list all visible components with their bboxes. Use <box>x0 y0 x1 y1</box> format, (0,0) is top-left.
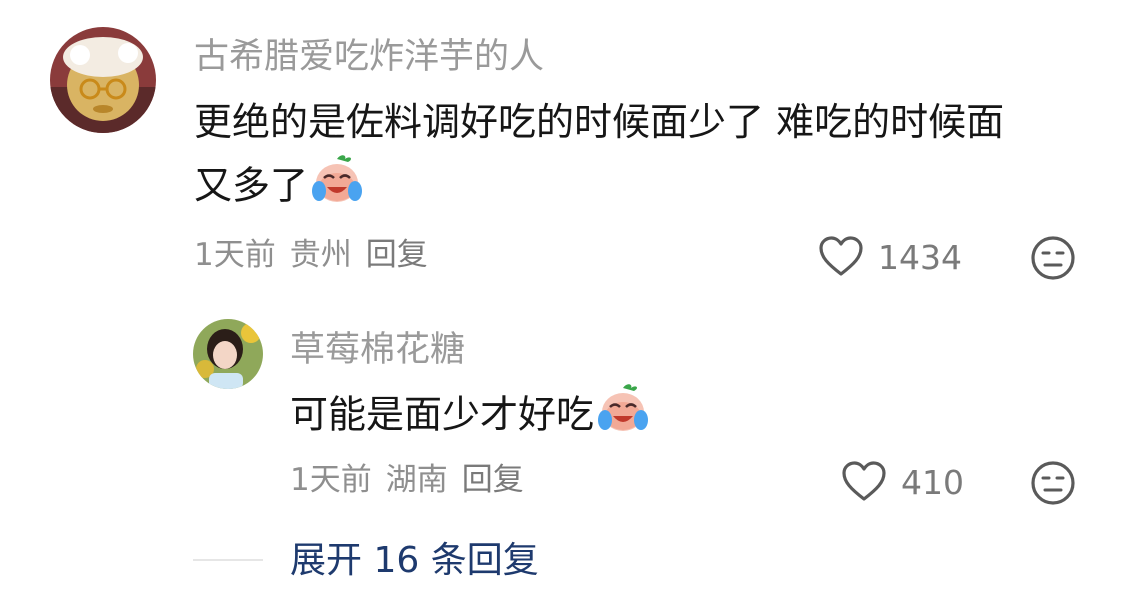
reply-button[interactable]: 回复 <box>366 237 428 273</box>
comment-text-line2-wrap: 又多了 <box>194 153 364 223</box>
reply-location: 湖南 <box>385 462 448 498</box>
comment-text-line2: 又多了 <box>194 163 309 208</box>
expand-replies-button[interactable]: 展开 16 条回复 <box>290 541 539 581</box>
avatar-image <box>50 27 156 133</box>
comment-meta: 1天前 贵州 回复 <box>194 237 428 273</box>
heart-icon <box>841 460 887 506</box>
expand-divider <box>193 559 263 561</box>
comment-location: 贵州 <box>289 237 352 273</box>
heart-icon <box>818 235 864 281</box>
reply-dislike-button[interactable] <box>1030 460 1076 506</box>
reply-like-count: 410 <box>901 463 964 502</box>
like-count: 1434 <box>878 238 962 277</box>
reply-like-button[interactable]: 410 <box>841 460 964 506</box>
reply-text-wrap: 可能是面少才好吃 <box>290 382 650 452</box>
comment-username[interactable]: 古希腊爱吃炸洋芋的人 <box>194 37 544 77</box>
laugh-cry-emoji-icon <box>310 153 364 223</box>
reply-username[interactable]: 草莓棉花糖 <box>290 330 465 370</box>
meh-face-icon <box>1031 461 1075 505</box>
comment-text-line1: 更绝的是佐料调好吃的时候面少了 难吃的时候面 <box>194 100 1005 144</box>
reply-meta: 1天前 湖南 回复 <box>290 462 524 498</box>
comment-time: 1天前 <box>194 237 276 273</box>
reply-time: 1天前 <box>290 462 372 498</box>
reply-reply-button[interactable]: 回复 <box>462 462 524 498</box>
reply-avatar[interactable] <box>193 319 263 389</box>
reply-text: 可能是面少才好吃 <box>290 392 595 437</box>
avatar[interactable] <box>50 27 156 133</box>
reply-avatar-image <box>193 319 263 389</box>
dislike-button[interactable] <box>1030 235 1076 281</box>
meh-face-icon <box>1031 236 1075 280</box>
laugh-cry-emoji-icon <box>596 382 650 452</box>
like-button[interactable]: 1434 <box>818 235 962 281</box>
